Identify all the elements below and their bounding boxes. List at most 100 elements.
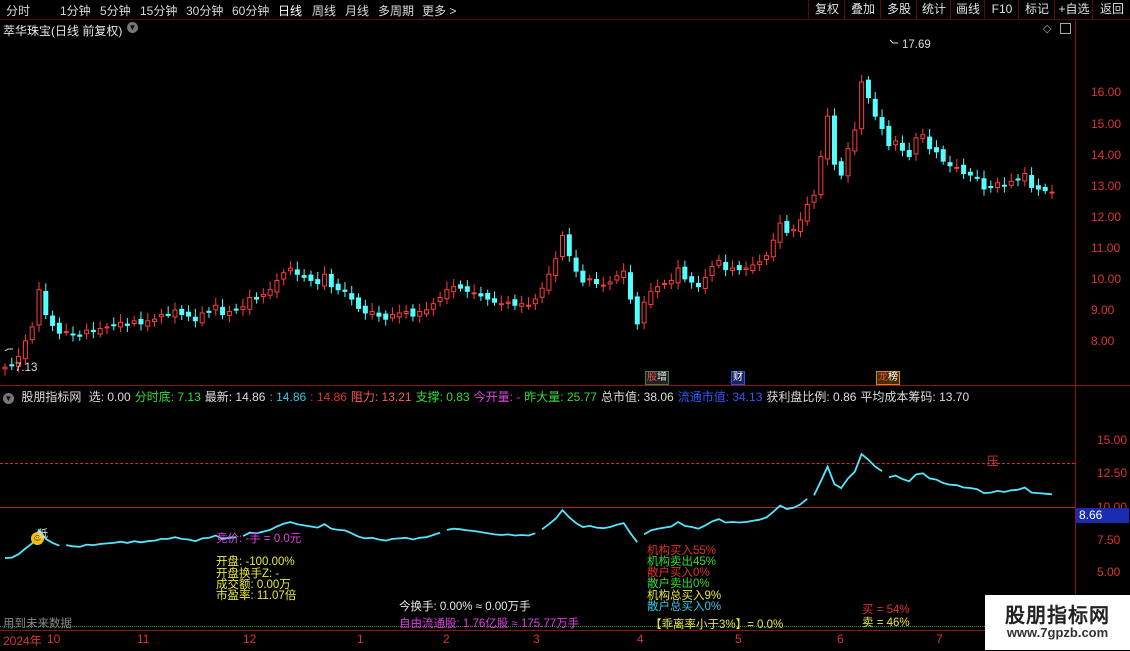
statistics-button[interactable]: 统计 — [916, 0, 951, 19]
candle-body — [811, 194, 817, 203]
month-label: 7 — [936, 632, 943, 646]
candlestick-chart[interactable] — [0, 20, 1075, 385]
candle-body — [736, 265, 742, 271]
candle-body — [614, 275, 620, 281]
candle-body — [90, 329, 96, 333]
candle-body — [186, 311, 192, 317]
candle-body — [376, 312, 382, 317]
tab-5min[interactable]: 5分钟 — [100, 2, 131, 19]
candle-body — [70, 333, 76, 336]
event-tag-text: 榜 — [888, 372, 898, 383]
candle-body — [818, 155, 824, 196]
tab-more[interactable]: 更多 > — [422, 2, 456, 19]
tab-15min[interactable]: 15分钟 — [140, 2, 177, 19]
candle-body — [206, 310, 212, 313]
candle-body — [444, 289, 450, 300]
candle-body — [77, 334, 83, 337]
candle-body — [308, 274, 314, 281]
candle-body — [226, 310, 232, 317]
price-tick: 14.00 — [1091, 148, 1122, 162]
indicator-series-line — [446, 527, 536, 537]
pressure-marker: 压 — [987, 456, 999, 468]
tab-monthly[interactable]: 月线 — [345, 2, 369, 19]
candle-body — [199, 312, 205, 324]
pe-text: 市盈率: 11.07倍 — [216, 590, 297, 602]
f10-button[interactable]: F10 — [984, 0, 1019, 19]
candle-body — [519, 303, 525, 307]
indicator-series-line — [541, 508, 639, 543]
restore-rights-button[interactable]: 复权 — [808, 0, 845, 19]
tab-30min[interactable]: 30分钟 — [186, 2, 223, 19]
auction-text: 竞价: -手 = 0.0元 — [216, 533, 302, 545]
high-price-label: 17.69 — [902, 39, 931, 51]
price-tick: 13.00 — [1091, 179, 1122, 193]
candle-body — [757, 261, 763, 265]
candle-body — [791, 228, 797, 232]
candle-body — [9, 364, 15, 367]
candle-body — [1035, 185, 1041, 190]
tab-60min[interactable]: 60分钟 — [232, 2, 269, 19]
add-watchlist-button[interactable]: +自选 — [1054, 0, 1093, 19]
candle-body — [356, 297, 362, 309]
event-tag[interactable]: 财 — [731, 371, 745, 385]
candle-body — [104, 326, 110, 329]
candle-body — [451, 286, 457, 293]
low-pointer — [4, 348, 13, 352]
candle-body — [750, 264, 756, 272]
candle-body — [947, 162, 953, 167]
candle-body — [50, 315, 56, 326]
tab-weekly[interactable]: 周线 — [312, 2, 336, 19]
candle-body — [369, 310, 375, 316]
indicator-chart[interactable] — [0, 402, 1075, 630]
event-tag[interactable]: 股增 — [645, 371, 669, 385]
candle-body — [260, 293, 266, 298]
candle-body — [845, 148, 851, 177]
month-label: 2 — [443, 632, 450, 646]
candle-body — [1042, 186, 1048, 192]
tab-1min[interactable]: 1分钟 — [60, 2, 91, 19]
candle-body — [281, 272, 287, 280]
candle-body — [84, 329, 90, 335]
price-tick: 11.00 — [1091, 241, 1121, 255]
event-tag[interactable]: 龙榜 — [876, 371, 900, 385]
tab-daily[interactable]: 日线 — [278, 2, 302, 19]
candle-body — [29, 326, 35, 341]
candle-body — [593, 279, 599, 285]
candle-body — [716, 259, 722, 266]
candle-body — [859, 81, 865, 130]
back-button[interactable]: 返回 — [1092, 0, 1130, 19]
candle-body — [553, 258, 559, 277]
candle-body — [22, 340, 28, 360]
candle-body — [743, 267, 749, 270]
month-label: 11 — [137, 632, 150, 646]
candle-body — [906, 149, 912, 157]
candle-body — [920, 134, 926, 139]
candle-body — [675, 267, 681, 284]
candle-body — [362, 305, 368, 314]
multi-stock-button[interactable]: 多股 — [880, 0, 917, 19]
draw-line-button[interactable]: 画线 — [950, 0, 985, 19]
candle-body — [437, 297, 443, 302]
candle-body — [879, 117, 885, 130]
candle-body — [1008, 180, 1014, 186]
candle-body — [954, 166, 960, 169]
overlay-button[interactable]: 叠加 — [844, 0, 881, 19]
month-label: 5 — [735, 632, 742, 646]
indicator-tick: 5.00 — [1097, 565, 1121, 579]
indicator-tick: 12.50 — [1097, 466, 1128, 480]
candle-body — [981, 178, 987, 190]
candle-body — [607, 281, 613, 285]
candle-body — [322, 273, 328, 287]
mark-button[interactable]: 标记 — [1018, 0, 1055, 19]
candle-body — [56, 322, 62, 334]
tab-multi-period[interactable]: 多周期 — [378, 2, 414, 19]
candle-body — [124, 323, 130, 326]
candle-body — [559, 235, 565, 257]
candle-body — [852, 129, 858, 152]
candle-body — [770, 239, 776, 258]
candle-body — [233, 308, 239, 311]
tab-intraday[interactable]: 分时 — [6, 2, 30, 19]
candle-body — [729, 267, 735, 271]
candle-body — [682, 266, 688, 280]
candle-body — [913, 137, 919, 155]
